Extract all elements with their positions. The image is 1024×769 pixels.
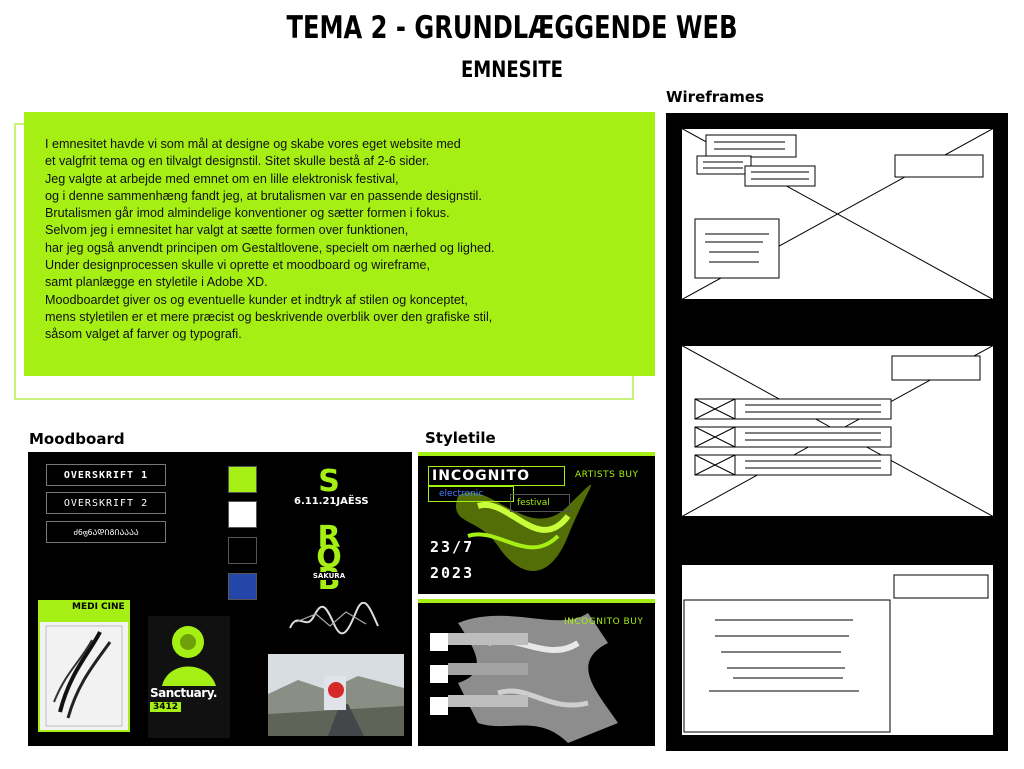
moodboard-photo — [268, 654, 404, 736]
strobo-meta: 6.11.21 JAËSS — [292, 496, 369, 507]
swatch-green — [228, 466, 257, 493]
moodboard-panel: OVERSKRIFT 1 OVERSKRIFT 2 ძ6ფ6ᲐᲓᲘᲒᲘᲐᲐᲐᲐ … — [28, 452, 412, 746]
intro-line: I emnesitet havde vi som mål at designe … — [45, 137, 461, 151]
moodboard-heading2-sample: OVERSKRIFT 2 — [46, 492, 166, 514]
page-subtitle: EMNESITE — [460, 58, 564, 83]
white-square — [430, 633, 448, 651]
swatch-white — [228, 501, 257, 528]
intro-line: et valgfrit tema og en tilvalgt designst… — [45, 154, 430, 169]
strobo-artist: JAËSS — [336, 496, 369, 507]
intro-text-box: I emnesitet havde vi som mål at designe … — [24, 112, 655, 376]
medicine-poster: MEDI CINE — [38, 600, 130, 732]
electronic-tag: electronic — [428, 486, 514, 502]
styletile-label: Styletile — [425, 429, 496, 447]
incognito-logo: INCOGNITO — [428, 466, 565, 486]
swatch-black — [228, 537, 257, 564]
sanctuary-poster: Sanctuary. 3412 — [148, 616, 230, 738]
festival-tag: festival — [510, 494, 570, 512]
medicine-title: MEDI CINE — [40, 602, 128, 622]
strobo-date: 6.11.21 — [294, 496, 337, 507]
wireframes-panel — [666, 113, 1008, 751]
medicine-artwork — [45, 625, 123, 727]
event-year: 2023 — [430, 564, 475, 582]
wireframe-list — [681, 345, 994, 517]
wireframe-home — [681, 128, 994, 300]
intro-line: såsom valget af farver og typografi. — [45, 327, 242, 342]
wireframe-list-drawing — [681, 345, 994, 517]
styletile-detail-panel: INCOGNITO BUY — [418, 599, 655, 746]
moodboard-label: Moodboard — [29, 430, 125, 448]
intro-line: har jeg også anvendt principen om Gestal… — [45, 240, 495, 255]
sanctuary-number: 3412 — [150, 702, 182, 712]
sanctuary-title: Sanctuary. — [150, 686, 217, 700]
event-date: 23/7 — [430, 538, 475, 556]
graffiti-logo — [289, 602, 379, 635]
moodboard-heading1-sample: OVERSKRIFT 1 — [46, 464, 166, 486]
page-title: TEMA 2 - GRUNDLÆGGENDE WEB — [286, 10, 738, 46]
intro-line: Brutalismen går imod almindelige konvent… — [45, 206, 450, 221]
styletile-hero-panel: INCOGNITO ARTISTS BUY electronic festiva… — [418, 452, 655, 594]
wireframe-home-drawing — [681, 128, 994, 300]
intro-line: mens styletilen er et mere præcist og be… — [45, 309, 493, 324]
strobo-poster: S R O B 6.11.21 JAËSS SAKURA — [290, 464, 369, 597]
white-square — [430, 697, 448, 715]
swatch-blue — [228, 573, 257, 600]
wireframes-label: Wireframes — [666, 88, 765, 106]
nav-artists-buy: ARTISTS BUY — [575, 470, 639, 480]
wireframe-article — [681, 564, 994, 736]
white-square — [430, 665, 448, 683]
intro-line: Moodboardet giver os og eventuelle kunde… — [45, 292, 468, 307]
strobo-footer: SAKURA — [292, 572, 366, 580]
intro-line: Selvom jeg i emnesitet har valgt at sætt… — [45, 223, 409, 238]
intro-line: Jeg valgte at arbejde med emnet om en li… — [45, 171, 399, 186]
moodboard-text-sample: ძ6ფ6ᲐᲓᲘᲒᲘᲐᲐᲐᲐ — [46, 521, 166, 543]
sanctuary-figure — [162, 626, 216, 686]
wireframe-article-drawing — [681, 564, 994, 736]
intro-line: samt planlægge en styletile i Adobe XD. — [45, 275, 268, 290]
intro-line: Under designprocessen skulle vi oprette … — [45, 258, 431, 273]
nav-incognito-buy: INCOGNITO BUY — [564, 617, 644, 627]
strobo-letter: S — [318, 464, 340, 499]
intro-line: og i denne sammenhæng fandt jeg, at brut… — [45, 188, 482, 203]
